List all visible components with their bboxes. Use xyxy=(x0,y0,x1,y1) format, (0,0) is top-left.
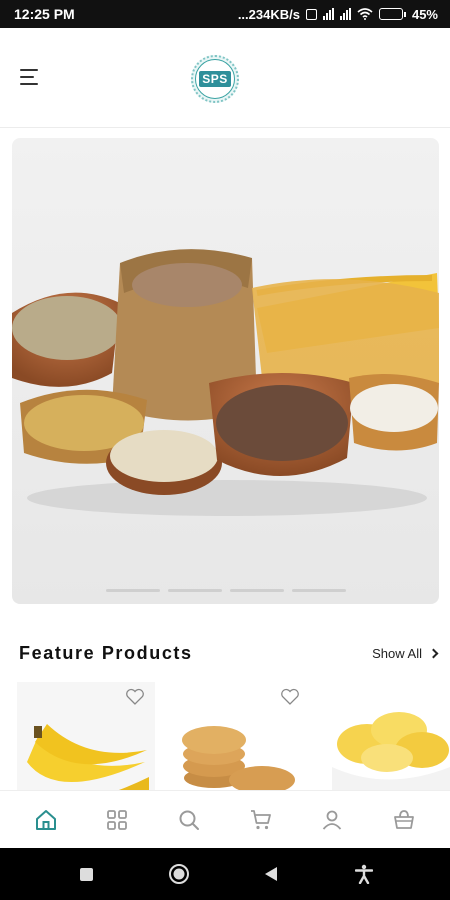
system-navigation-bar xyxy=(0,848,450,900)
feature-products-header: Feature Products Show All xyxy=(19,640,439,666)
home-icon xyxy=(35,809,56,830)
chevron-right-icon xyxy=(428,648,439,658)
bottom-navigation xyxy=(0,790,450,848)
product-card[interactable] xyxy=(327,682,450,790)
nav-orders[interactable] xyxy=(389,805,419,835)
menu-icon xyxy=(20,69,38,71)
product-card[interactable] xyxy=(17,682,155,790)
show-all-link[interactable]: Show All xyxy=(372,645,439,661)
heart-icon[interactable] xyxy=(125,688,145,706)
carousel-indicators xyxy=(12,589,439,592)
wifi-icon xyxy=(357,8,373,20)
logo-text: SPS xyxy=(199,71,231,87)
volte-icon xyxy=(305,8,317,20)
potato-chips-image xyxy=(327,682,450,790)
accessibility-button[interactable] xyxy=(349,859,379,889)
status-bar: 12:25 PM ...234KB/s 45% xyxy=(0,0,450,28)
signal-icon xyxy=(322,8,334,20)
carousel-dot[interactable] xyxy=(105,589,160,592)
recents-button[interactable] xyxy=(71,859,101,889)
hero-banner[interactable] xyxy=(12,138,439,604)
carousel-dot[interactable] xyxy=(229,589,284,592)
app-header: SPS xyxy=(0,28,450,128)
back-button[interactable] xyxy=(256,859,286,889)
battery-icon xyxy=(378,8,406,20)
search-icon xyxy=(179,810,200,830)
basket-icon xyxy=(394,809,415,829)
cart-icon xyxy=(250,809,271,829)
heart-icon[interactable] xyxy=(280,688,300,706)
nav-cart[interactable] xyxy=(246,805,276,835)
carousel-dot[interactable] xyxy=(167,589,222,592)
network-speed: ...234KB/s xyxy=(237,6,300,22)
product-card[interactable] xyxy=(172,682,310,790)
feature-products-list xyxy=(0,682,450,790)
back-triangle-icon xyxy=(265,867,278,881)
battery-percent: 45% xyxy=(411,6,438,22)
status-time: 12:25 PM xyxy=(14,6,75,22)
accessibility-icon xyxy=(354,864,373,884)
menu-button[interactable] xyxy=(20,68,40,86)
square-icon xyxy=(79,867,93,881)
user-icon xyxy=(323,810,342,830)
grains-banner-image xyxy=(12,249,439,516)
circle-icon xyxy=(168,864,189,884)
home-system-button[interactable] xyxy=(164,859,194,889)
nav-home[interactable] xyxy=(31,805,61,835)
section-title: Feature Products xyxy=(19,642,193,663)
brand-logo[interactable]: SPS xyxy=(191,55,239,103)
nav-categories[interactable] xyxy=(102,805,132,835)
carousel-dot[interactable] xyxy=(291,589,346,592)
nav-profile[interactable] xyxy=(317,805,347,835)
status-indicators: ...234KB/s 45% xyxy=(238,7,438,22)
signal-icon-2 xyxy=(339,8,351,20)
show-all-label: Show All xyxy=(372,645,422,661)
grid-icon xyxy=(107,809,128,830)
nav-search[interactable] xyxy=(174,805,204,835)
